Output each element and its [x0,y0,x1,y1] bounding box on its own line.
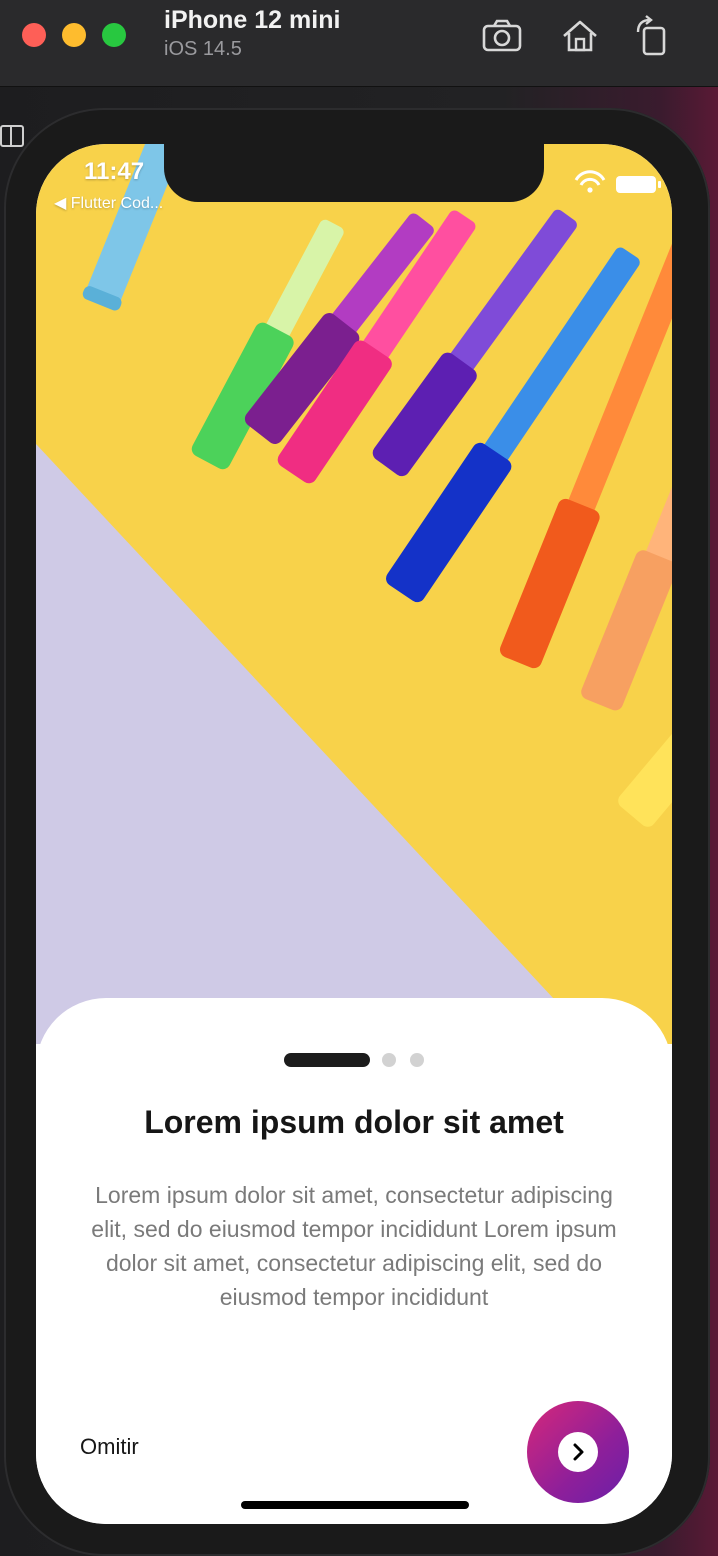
onboarding-description: Lorem ipsum dolor sit amet, consectetur … [91,1182,617,1310]
screenshot-icon[interactable] [480,14,524,58]
status-time: 11:47 [84,158,145,185]
home-indicator[interactable] [241,1501,469,1509]
phone-notch [164,144,544,202]
page-dot[interactable] [382,1053,396,1067]
window-close-button[interactable] [22,23,46,47]
window-zoom-button[interactable] [102,23,126,47]
back-to-app-link[interactable]: ◀ Flutter Cod... [54,193,163,213]
home-icon[interactable] [558,14,602,58]
page-indicator [36,1052,672,1068]
window-minimize-button[interactable] [62,23,86,47]
page-dot-active[interactable] [284,1053,370,1067]
next-button[interactable] [527,1401,629,1503]
rotate-icon[interactable] [630,14,674,58]
sidebar-toggle-icon[interactable] [0,124,26,148]
app-screen: 11:47 ◀ Flutter Cod... Lorem ipsum dolor… [36,144,672,1524]
next-button-inner [558,1432,598,1472]
status-icons [574,170,661,193]
skip-button[interactable]: Omitir [80,1434,139,1460]
onboarding-title: Lorem ipsum dolor sit amet [144,1104,564,1140]
wifi-icon [574,170,606,193]
hero-image [36,144,672,1044]
chevron-right-icon [573,1443,584,1461]
onboarding-card: Lorem ipsum dolor sit amet Lorem ipsum d… [36,998,672,1524]
page-dot[interactable] [410,1053,424,1067]
os-version: iOS 14.5 [164,38,242,60]
battery-icon [616,176,661,193]
device-name: iPhone 12 mini [164,6,341,34]
simulator-titlebar: iPhone 12 mini iOS 14.5 [0,0,718,87]
